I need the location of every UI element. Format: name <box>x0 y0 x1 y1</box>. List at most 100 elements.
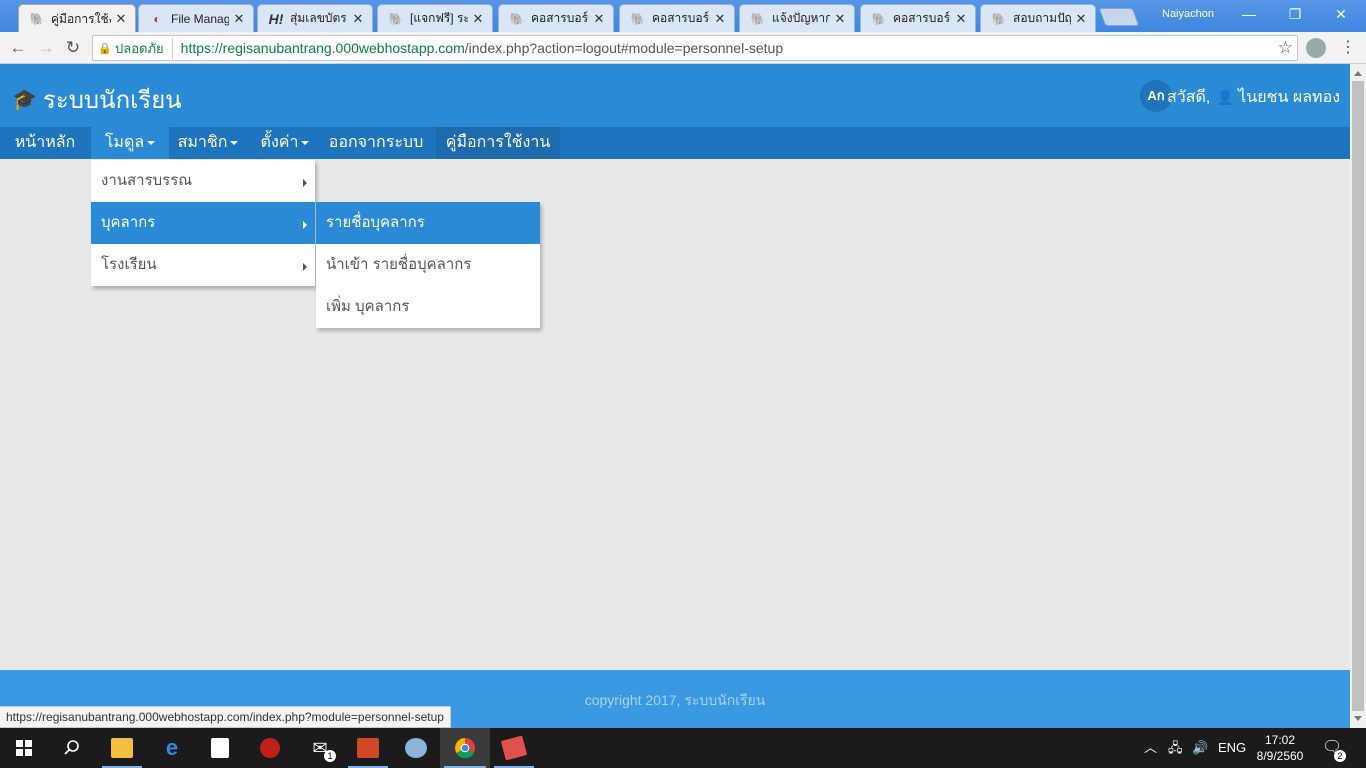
new-tab-button[interactable] <box>1098 8 1140 26</box>
extension-icon[interactable] <box>1306 38 1326 58</box>
close-icon[interactable]: ✕ <box>233 11 245 27</box>
chevron-up-icon[interactable]: ︿ <box>1144 728 1157 768</box>
url-path: /index.php?action=logout#module=personne… <box>464 40 784 56</box>
powerpoint-icon[interactable] <box>344 728 392 768</box>
network-icon[interactable]: 🖧 <box>1168 728 1183 768</box>
tab-title: สอบถามปัญหา <box>1013 11 1071 25</box>
url-host: https://regisanubantrang.000webhostapp.c… <box>180 40 465 56</box>
close-icon[interactable]: ✕ <box>714 11 726 27</box>
garena-shape <box>260 738 280 758</box>
browser-tab[interactable]: ◐ File Manager ✕ <box>138 4 254 32</box>
address-bar[interactable]: 🔒 ปลอดภัย https://regisanubantrang.000we… <box>92 35 1298 61</box>
search-icon[interactable] <box>48 728 96 768</box>
greeting-text: สวัสดี, <box>1167 89 1211 106</box>
browser-tab[interactable]: 🐘 คอสารบอร์ด ✕ <box>498 4 614 32</box>
nav-home[interactable]: หน้าหลัก <box>6 127 84 159</box>
app-brand[interactable]: 🎓 ระบบนักเรียน <box>12 80 182 119</box>
edge-glyph: e <box>165 735 179 760</box>
notification-icon[interactable]: 🗨 <box>1322 728 1342 768</box>
secure-label: ปลอดภัย <box>115 37 173 59</box>
notification-badge: 2 <box>1334 750 1346 762</box>
browser-tab[interactable]: 🐘 คู่มือการใช้งาน ✕ <box>18 4 136 33</box>
caret-down-icon <box>301 140 310 145</box>
url-text[interactable]: https://regisanubantrang.000webhostapp.c… <box>181 40 783 56</box>
user-greeting[interactable]: สวัสดี, 👤 ไนยชน ผลทอง <box>1167 85 1340 110</box>
close-icon[interactable]: ✕ <box>472 11 484 27</box>
close-icon[interactable]: ✕ <box>834 11 846 27</box>
nav-logout[interactable]: ออกจากระบบ <box>324 127 428 159</box>
profile-name[interactable]: Naiyachon <box>1162 8 1214 20</box>
close-icon[interactable]: ✕ <box>593 11 605 27</box>
browser-tab[interactable]: H! สุ่มเลขบัตร ป ✕ <box>257 4 373 32</box>
tab-title: สุ่มเลขบัตร ป <box>290 11 348 25</box>
volume-icon[interactable]: 🔊 <box>1192 728 1208 768</box>
browser-tab[interactable]: 🐘 คอสารบอร์ด ✕ <box>619 4 735 32</box>
user-name: ไนยชน ผลทอง <box>1238 89 1340 106</box>
app-header: 🎓 ระบบนักเรียน Aก สวัสดี, 👤 ไนยชน ผลทอง <box>0 64 1350 127</box>
chrome-icon[interactable] <box>440 728 490 768</box>
nav-module[interactable]: โมดูล <box>91 127 169 159</box>
nav-members[interactable]: สมาชิก <box>169 127 247 159</box>
page-viewport: 🎓 ระบบนักเรียน Aก สวัสดี, 👤 ไนยชน ผลทอง ห… <box>0 64 1350 728</box>
store-icon[interactable] <box>196 728 244 768</box>
page-scrollbar[interactable] <box>1350 64 1366 728</box>
scroll-down-icon[interactable] <box>1354 716 1362 721</box>
reload-icon[interactable]: ↻ <box>62 38 84 58</box>
nav-user-guide[interactable]: คู่มือการใช้งาน <box>436 127 560 159</box>
language-indicator[interactable]: ENG <box>1218 728 1246 768</box>
browser-tab[interactable]: 🐘 สอบถามปัญหา ✕ <box>980 4 1096 32</box>
elephant-icon: 🐘 <box>991 11 1007 26</box>
mail-badge: 1 <box>324 750 336 762</box>
tab-title: File Manager <box>171 11 229 26</box>
close-icon[interactable]: ✕ <box>115 11 127 27</box>
forward-arrow-icon[interactable]: → <box>35 38 57 58</box>
window-close-icon[interactable]: ✕ <box>1318 3 1364 25</box>
mail-icon[interactable]: ✉ 1 <box>296 728 344 768</box>
browser-tab[interactable]: 🐘 แจ้งปัญหาการ ✕ <box>739 4 855 32</box>
user-icon: 👤 <box>1216 89 1235 105</box>
graduation-cap-icon: 🎓 <box>12 89 37 111</box>
close-icon[interactable]: ✕ <box>955 11 967 27</box>
restore-icon[interactable]: ❐ <box>1272 3 1318 25</box>
system-clock[interactable]: 17:02 8/9/2560 <box>1250 732 1310 764</box>
back-arrow-icon[interactable]: ← <box>7 38 29 58</box>
windows-start-icon[interactable] <box>0 728 48 768</box>
browser-toolbar: ← → ↻ 🔒 ปลอดภัย https://regisanubantrang… <box>0 32 1366 64</box>
close-icon[interactable]: ✕ <box>1075 11 1087 27</box>
close-icon[interactable]: ✕ <box>352 11 364 27</box>
submenu-import-personnel[interactable]: นำเข้า รายชื่อบุคลากร <box>316 244 540 286</box>
tab-title: [แจกฟรี] ระบบ <box>410 11 468 25</box>
minimize-icon[interactable]: — <box>1226 3 1272 25</box>
menu-item-correspondence[interactable]: งานสารบรรณ <box>91 160 315 202</box>
menu-item-school[interactable]: โรงเรียน <box>91 244 315 286</box>
nav-settings[interactable]: ตั้งค่า <box>249 127 321 159</box>
paint-icon[interactable] <box>392 728 440 768</box>
caret-right-icon <box>303 221 307 229</box>
browser-menu-icon[interactable]: ⋮ <box>1340 38 1356 58</box>
scroll-thumb[interactable] <box>1352 81 1364 711</box>
edge-icon[interactable]: e <box>148 728 196 768</box>
menu-item-personnel[interactable]: บุคลากร <box>91 202 315 244</box>
store-shape <box>211 738 229 758</box>
menu-item-label: บุคลากร <box>101 214 156 231</box>
caret-right-icon <box>303 179 307 187</box>
main-navbar: หน้าหลัก โมดูล สมาชิก ตั้งค่า ออกจากระบบ… <box>0 127 1350 159</box>
clock-time: 17:02 <box>1264 733 1296 747</box>
palette-shape <box>405 738 427 758</box>
bookmark-star-icon[interactable]: ☆ <box>1278 38 1293 58</box>
module-dropdown: งานสารบรรณ บุคลากร โรงเรียน <box>91 160 315 286</box>
browser-tab[interactable]: 🐘 [แจกฟรี] ระบบ ✕ <box>377 4 493 32</box>
garena-icon[interactable] <box>246 728 294 768</box>
browser-tab-strip: 🐘 คู่มือการใช้งาน ✕ ◐ File Manager ✕ H! … <box>0 0 1366 33</box>
submenu-add-personnel[interactable]: เพิ่ม บุคลากร <box>316 286 540 328</box>
file-explorer-icon[interactable] <box>98 728 146 768</box>
scroll-up-icon[interactable] <box>1354 71 1362 76</box>
caret-down-icon <box>230 140 239 145</box>
nav-module-label: โมดูล <box>104 134 145 151</box>
app-icon-red[interactable] <box>490 728 538 768</box>
menu-item-label: โรงเรียน <box>101 256 157 273</box>
caret-down-icon <box>147 140 156 145</box>
powerpoint-shape <box>357 738 379 758</box>
browser-tab[interactable]: 🐘 คอสารบอร์ด ✕ <box>860 4 976 32</box>
submenu-personnel-list[interactable]: รายชื่อบุคลากร <box>316 202 540 244</box>
